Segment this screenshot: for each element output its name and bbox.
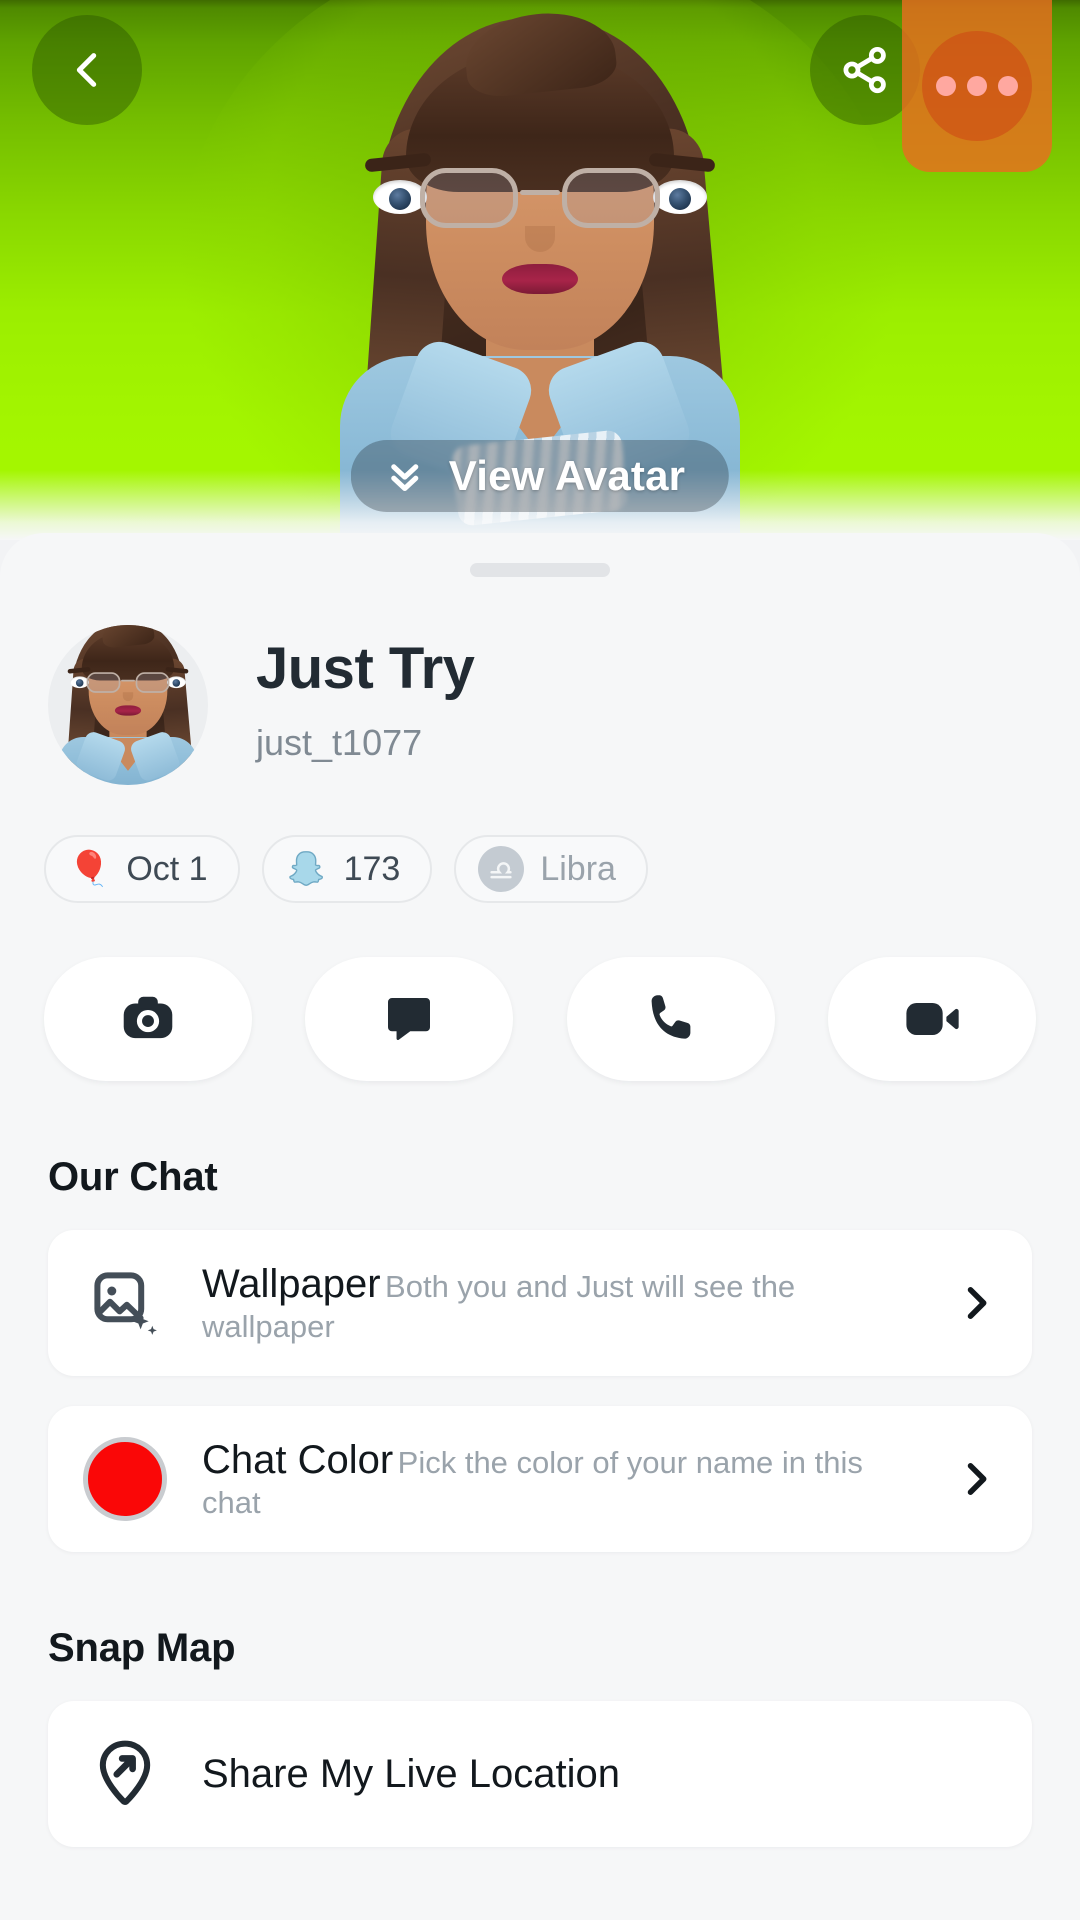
chip-zodiac-label: Libra [540, 849, 616, 888]
chip-snapscore[interactable]: 173 [261, 835, 433, 903]
chevron-left-icon [76, 53, 97, 87]
balloon-emoji-icon: 🎈 [68, 850, 111, 888]
profile-sheet: Just Try just_t1077 🎈 Oct 1 173 Libra Ou… [0, 533, 1080, 1920]
more-dot-3 [998, 76, 1018, 96]
camera-button[interactable] [44, 957, 252, 1081]
share-live-location-text: Share My Live Location [202, 1750, 998, 1798]
top-bar [0, 0, 1080, 172]
chevron-right-icon [954, 1281, 998, 1325]
phone-icon [651, 995, 691, 1039]
snapchat-ghost-icon [288, 851, 323, 886]
action-buttons-row [0, 903, 1080, 1081]
section-title-snap-map: Snap Map [48, 1626, 236, 1670]
identity-text: Just Try just_t1077 [208, 625, 475, 764]
username-label: just_t1077 [256, 721, 423, 763]
chip-birthday-label: Oct 1 [126, 849, 208, 888]
color-swatch-icon [82, 1436, 168, 1522]
wallpaper-title: Wallpaper [202, 1262, 381, 1307]
double-chevron-down-icon [391, 464, 419, 492]
libra-zodiac-icon [478, 846, 525, 892]
wallpaper-row[interactable]: Wallpaper Both you and Just will see the… [48, 1230, 1032, 1376]
view-avatar-button[interactable]: View Avatar [350, 440, 730, 512]
bitmoji-avatar-art [54, 625, 202, 785]
chip-snapscore-label: 173 [343, 849, 401, 888]
chat-button[interactable] [305, 957, 514, 1081]
camera-icon [123, 996, 173, 1039]
page-title: Just Try [256, 636, 475, 701]
chip-zodiac[interactable]: Libra [454, 835, 648, 903]
chip-birthday[interactable]: 🎈 Oct 1 [44, 835, 240, 903]
view-avatar-label: View Avatar [448, 452, 686, 499]
identity-block: Just Try just_t1077 [0, 577, 1080, 785]
video-camera-icon [906, 1003, 959, 1035]
chat-color-title: Chat Color [202, 1438, 394, 1483]
more-options-button[interactable] [902, 0, 1052, 172]
section-title-our-chat: Our Chat [48, 1155, 218, 1199]
call-button[interactable] [566, 957, 775, 1081]
video-call-button[interactable] [827, 957, 1036, 1081]
chat-color-row[interactable]: Chat Color Pick the color of your name i… [48, 1406, 1032, 1552]
image-sparkle-icon [82, 1260, 168, 1346]
more-dot-1 [936, 76, 956, 96]
wallpaper-text: Wallpaper Both you and Just will see the… [202, 1260, 920, 1345]
location-pin-arrow-icon [82, 1731, 168, 1817]
chat-color-swatch [83, 1437, 167, 1521]
avatar[interactable] [48, 625, 208, 785]
chevron-right-icon [954, 1457, 998, 1501]
back-button[interactable] [32, 15, 142, 125]
more-dot-2 [967, 76, 987, 96]
snapchat-friend-profile-screen: View Avatar Just Try just_t1077 🎈 Oct 1 … [0, 0, 1080, 1920]
chat-color-text: Chat Color Pick the color of your name i… [202, 1436, 920, 1521]
share-live-location-title: Share My Live Location [202, 1752, 621, 1796]
share-live-location-row[interactable]: Share My Live Location [48, 1701, 1032, 1847]
profile-chips-row: 🎈 Oct 1 173 Libra [0, 785, 1080, 903]
chat-bubble-icon [388, 998, 431, 1041]
sheet-drag-handle[interactable] [470, 563, 610, 577]
share-icon [843, 46, 886, 94]
more-options-inner [922, 31, 1032, 141]
